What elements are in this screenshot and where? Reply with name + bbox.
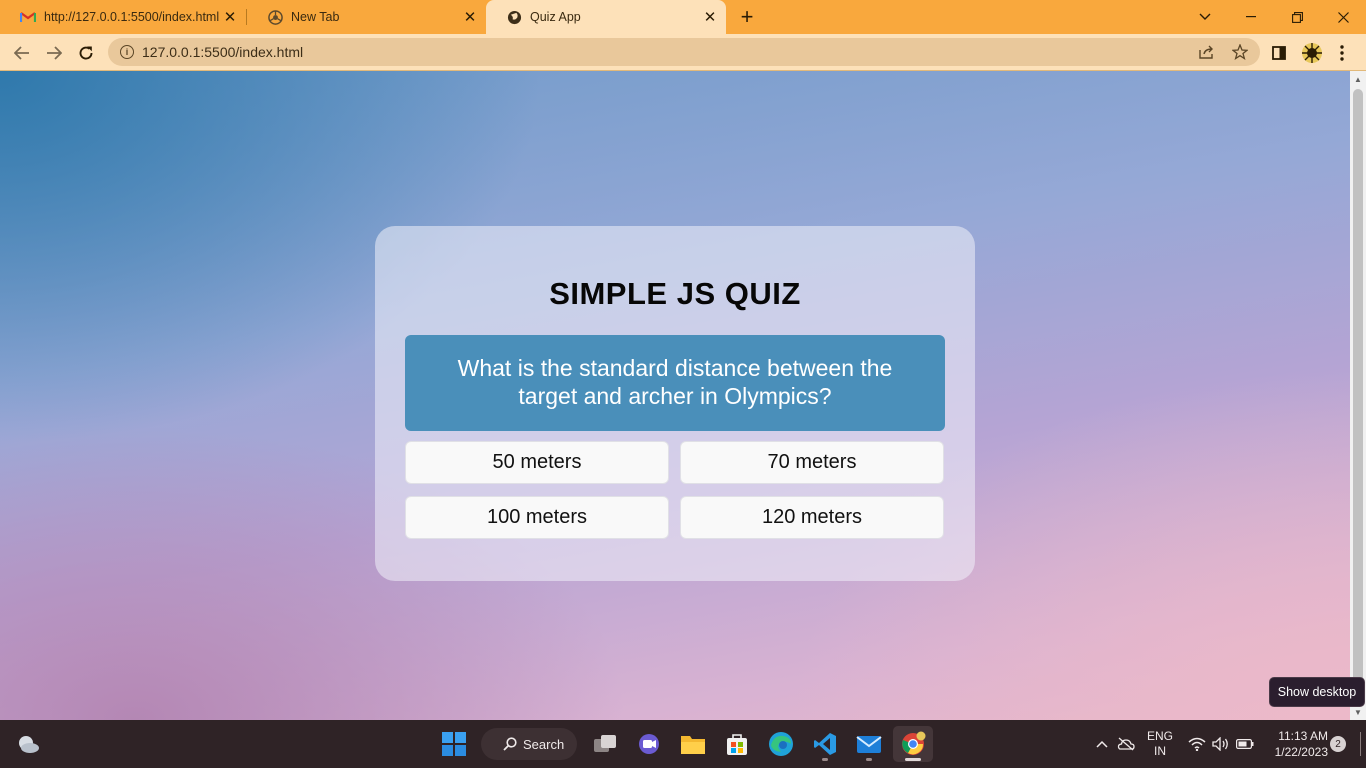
gmail-icon bbox=[20, 9, 36, 25]
scrollbar-thumb[interactable] bbox=[1353, 89, 1363, 701]
profile-avatar[interactable] bbox=[1300, 41, 1324, 65]
globe-icon bbox=[506, 9, 522, 25]
side-panel-icon[interactable] bbox=[1267, 41, 1291, 65]
answer-button-1[interactable]: 50 meters bbox=[405, 441, 669, 484]
running-indicator bbox=[905, 758, 921, 761]
new-tab-button[interactable]: + bbox=[734, 4, 760, 29]
mail-icon[interactable] bbox=[849, 726, 889, 762]
notification-badge[interactable]: 2 bbox=[1330, 720, 1346, 768]
show-desktop-button[interactable] bbox=[1360, 732, 1361, 756]
site-info-icon[interactable]: i bbox=[120, 45, 134, 59]
tab-title: New Tab bbox=[291, 10, 340, 24]
forward-arrow-icon[interactable] bbox=[40, 39, 68, 67]
tab-strip: http://127.0.0.1:5500/index.html ✕ New T… bbox=[0, 0, 1366, 34]
tab-gmail[interactable]: http://127.0.0.1:5500/index.html ✕ bbox=[0, 0, 246, 34]
reload-icon[interactable] bbox=[72, 39, 100, 67]
onedrive-offline-icon[interactable] bbox=[1114, 720, 1138, 768]
vertical-scrollbar[interactable]: ▲ ▼ bbox=[1350, 71, 1366, 720]
browser-toolbar: i 127.0.0.1:5500/index.html bbox=[0, 34, 1366, 71]
tab-new-tab[interactable]: New Tab ✕ bbox=[247, 0, 486, 34]
chrome-icon bbox=[267, 9, 283, 25]
clock-date: 1/22/2023 bbox=[1274, 745, 1328, 759]
bookmark-star-icon[interactable] bbox=[1231, 43, 1249, 61]
task-view-icon[interactable] bbox=[585, 726, 625, 762]
search-icon bbox=[503, 737, 517, 751]
running-indicator bbox=[866, 758, 872, 761]
quiz-card: SIMPLE JS QUIZ What is the standard dist… bbox=[375, 226, 975, 581]
quiz-title: SIMPLE JS QUIZ bbox=[549, 276, 801, 311]
language-code: ENG bbox=[1146, 729, 1173, 743]
restore-button[interactable] bbox=[1274, 0, 1320, 34]
minimize-button[interactable] bbox=[1228, 0, 1274, 34]
language-indicator[interactable]: ENG IN bbox=[1142, 720, 1178, 768]
close-window-button[interactable] bbox=[1320, 0, 1366, 34]
close-tab-icon[interactable]: ✕ bbox=[460, 7, 480, 27]
page-viewport: SIMPLE JS QUIZ What is the standard dist… bbox=[0, 71, 1350, 720]
volume-icon[interactable] bbox=[1210, 720, 1232, 768]
share-icon[interactable] bbox=[1198, 43, 1216, 61]
clock[interactable]: 11:13 AM 1/22/2023 bbox=[1262, 720, 1328, 768]
clock-time: 11:13 AM bbox=[1278, 729, 1328, 743]
battery-icon[interactable] bbox=[1234, 720, 1256, 768]
tab-search-chevron-icon[interactable] bbox=[1182, 0, 1228, 34]
scroll-up-icon[interactable]: ▲ bbox=[1350, 71, 1366, 87]
show-hidden-icons-chevron-icon[interactable] bbox=[1090, 720, 1114, 768]
answer-button-4[interactable]: 120 meters bbox=[680, 496, 944, 539]
answer-button-2[interactable]: 70 meters bbox=[680, 441, 944, 484]
taskbar-search[interactable]: Search bbox=[481, 728, 577, 760]
tab-title: http://127.0.0.1:5500/index.html bbox=[44, 10, 220, 24]
running-indicator bbox=[822, 758, 828, 761]
language-region: IN bbox=[1154, 744, 1166, 758]
close-tab-icon[interactable]: ✕ bbox=[220, 7, 240, 27]
back-arrow-icon[interactable] bbox=[8, 39, 36, 67]
weather-icon[interactable] bbox=[8, 726, 48, 762]
wifi-icon[interactable] bbox=[1186, 720, 1208, 768]
microsoft-store-icon[interactable] bbox=[717, 726, 757, 762]
more-menu-icon[interactable] bbox=[1330, 41, 1354, 65]
vscode-icon[interactable] bbox=[805, 726, 845, 762]
chrome-taskbar-icon[interactable] bbox=[893, 726, 933, 762]
tab-title: Quiz App bbox=[530, 10, 581, 24]
answer-button-3[interactable]: 100 meters bbox=[405, 496, 669, 539]
notification-count: 2 bbox=[1330, 736, 1346, 752]
close-tab-icon[interactable]: ✕ bbox=[700, 7, 720, 27]
show-desktop-tooltip: Show desktop bbox=[1269, 677, 1365, 707]
search-label: Search bbox=[523, 736, 565, 752]
taskbar: Search ENG IN 11:13 AM 1/22/2023 2 bbox=[0, 720, 1366, 768]
tab-quiz-app[interactable]: Quiz App ✕ bbox=[486, 0, 726, 34]
question-box: What is the standard distance between th… bbox=[405, 335, 945, 431]
windows-start-icon[interactable] bbox=[434, 726, 474, 762]
edge-browser-icon[interactable] bbox=[761, 726, 801, 762]
address-url[interactable]: 127.0.0.1:5500/index.html bbox=[142, 44, 303, 60]
teams-chat-icon[interactable] bbox=[629, 726, 669, 762]
address-bar[interactable]: i 127.0.0.1:5500/index.html bbox=[108, 38, 1260, 66]
file-explorer-icon[interactable] bbox=[673, 726, 713, 762]
